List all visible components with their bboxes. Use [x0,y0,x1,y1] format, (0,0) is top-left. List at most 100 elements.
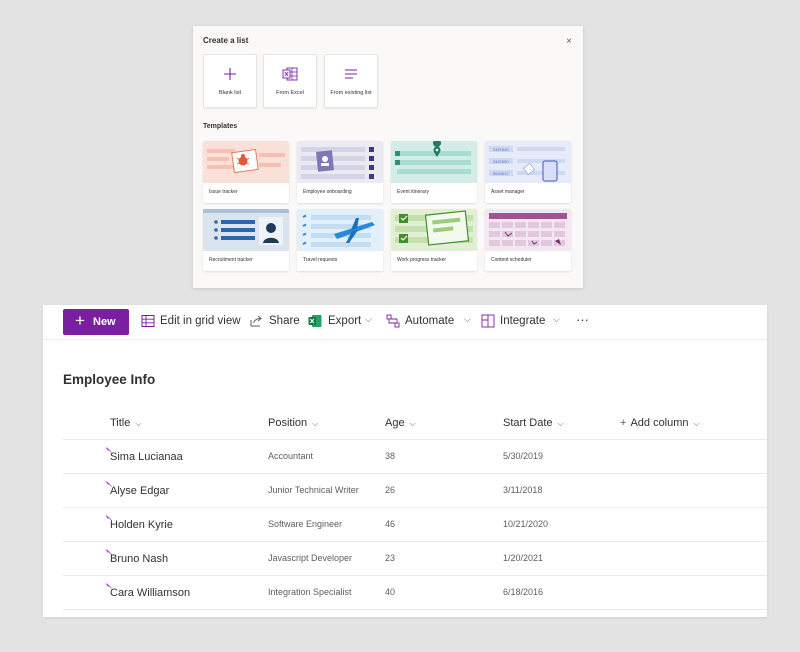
template-label: Content scheduler [491,257,532,263]
template-label: Issue tracker [209,189,238,195]
plus-icon: + [75,311,85,330]
cell-start-date: 1/20/2021 [503,553,544,563]
template-travel-requests[interactable]: Travel requests [297,209,383,271]
cell-position: Integration Specialist [268,587,352,597]
from-excel-label: From Excel [276,90,304,96]
template-label: Event itinerary [397,189,429,195]
chevron-down-icon: ⌵ [553,314,560,324]
cell-title[interactable]: Alyse Edgar [110,485,169,497]
content-scheduler-thumbnail [485,209,571,251]
cell-start-date: 6/18/2016 [503,587,544,597]
template-label: Travel requests [303,257,338,263]
template-issue-tracker[interactable]: Issue tracker [203,141,289,203]
chevron-down-icon: ⌵ [135,419,142,428]
cell-age: 26 [385,485,396,495]
close-icon[interactable]: × [566,36,572,47]
asset-code: 5487890 [493,159,509,164]
cell-age: 38 [385,451,396,461]
cell-position: Software Engineer [268,519,343,529]
automate-label: Automate [405,315,455,327]
cell-title[interactable]: Sima Lucianaa [110,451,183,463]
chevron-down-icon: ⌵ [312,419,319,428]
automate-icon [386,314,400,328]
excel-icon [308,315,322,327]
template-work-progress-tracker[interactable]: Work progress tracker [391,209,477,271]
template-label: Recruitment tracker [209,257,253,263]
cell-start-date: 10/21/2020 [503,519,549,529]
add-column-button[interactable]: + Add column ⌵ [620,417,700,429]
event-itinerary-thumbnail [391,141,477,183]
edit-in-grid-view-button[interactable]: Edit in grid view [141,314,241,330]
template-employee-onboarding[interactable]: Employee onboarding [297,141,383,203]
from-existing-list-label: From existing list [330,90,372,96]
template-asset-manager[interactable]: 5487545 5487890 5554612 Asset manager [485,141,571,203]
column-header-title[interactable]: Title ⌵ [110,417,141,429]
cell-title[interactable]: Cara Williamson [110,587,190,599]
table-row[interactable]: Bruno Nash Javascript Developer 23 1/20/… [63,542,767,576]
integrate-label: Integrate [500,315,546,327]
column-header-label: Start Date [503,417,553,429]
share-icon [250,315,262,327]
cell-age: 46 [385,519,396,529]
template-label: Employee onboarding [303,189,352,195]
cell-title[interactable]: Holden Kyrie [110,519,173,531]
cell-title[interactable]: Bruno Nash [110,553,168,565]
blank-list-button[interactable]: Blank list [203,54,257,108]
plus-icon: + [620,417,627,429]
from-excel-button[interactable]: From Excel [263,54,317,108]
template-event-itinerary[interactable]: Event itinerary [391,141,477,203]
work-progress-thumbnail [391,209,477,251]
cell-start-date: 5/30/2019 [503,451,544,461]
share-button[interactable]: Share [249,314,300,330]
export-button[interactable]: Export ⌵ [308,314,378,330]
column-header-label: Title [110,417,131,429]
column-header-label: Position [268,417,308,429]
grid-icon [141,315,155,327]
table-row[interactable]: Sima Lucianaa Accountant 38 5/30/2019 [63,440,767,474]
from-existing-list-button[interactable]: From existing list [324,54,378,108]
asset-code: 5554612 [493,171,509,176]
chevron-down-icon: ⌵ [693,419,700,428]
table-row[interactable]: Alyse Edgar Junior Technical Writer 26 3… [63,474,767,508]
chevron-down-icon: ⌵ [557,419,564,428]
plus-icon [204,65,256,83]
column-header-age[interactable]: Age ⌵ [385,417,416,429]
excel-icon [264,65,316,83]
integrate-icon [481,314,495,328]
template-label: Asset manager [491,189,525,195]
chevron-down-icon: ⌵ [409,419,416,428]
list-lines-icon [325,65,377,83]
issue-tracker-thumbnail [203,141,289,183]
automate-button[interactable]: Automate ⌵ [386,314,471,330]
cell-age: 40 [385,587,396,597]
create-list-dialog: Create a list × Blank list From Excel Fr… [193,26,583,288]
column-header-label: Age [385,417,405,429]
template-recruitment-tracker[interactable]: Recruitment tracker [203,209,289,271]
chevron-down-icon: ⌵ [365,314,372,324]
new-button[interactable]: + New [63,309,129,335]
share-label: Share [269,315,300,327]
table-row[interactable]: Cara Williamson Integration Specialist 4… [63,576,767,610]
column-header-label: Add column [630,417,689,429]
recruitment-tracker-thumbnail [203,209,289,251]
cell-age: 23 [385,553,396,563]
asset-code: 5487545 [493,147,509,152]
list-title: Employee Info [63,372,156,387]
new-button-label: New [93,316,116,328]
column-header-position[interactable]: Position ⌵ [268,417,318,429]
blank-list-label: Blank list [218,90,241,96]
cell-position: Javascript Developer [268,553,353,563]
travel-requests-thumbnail [297,209,383,251]
templates-heading: Templates [203,123,238,130]
integrate-button[interactable]: Integrate ⌵ [481,314,566,330]
more-options-button[interactable]: ··· [576,312,592,328]
column-header-row: Title ⌵ Position ⌵ Age ⌵ Start Date ⌵ + Add c… [63,407,767,440]
cell-start-date: 3/11/2018 [503,485,543,495]
list-panel: + New Edit in grid view Share Export ⌵ A… [43,305,767,617]
column-header-start-date[interactable]: Start Date ⌵ [503,417,564,429]
template-label: Work progress tracker [397,257,447,263]
cell-position: Accountant [268,451,314,461]
cell-position: Junior Technical Writer [268,485,359,495]
template-content-scheduler[interactable]: Content scheduler [485,209,571,271]
table-row[interactable]: Holden Kyrie Software Engineer 46 10/21/… [63,508,767,542]
